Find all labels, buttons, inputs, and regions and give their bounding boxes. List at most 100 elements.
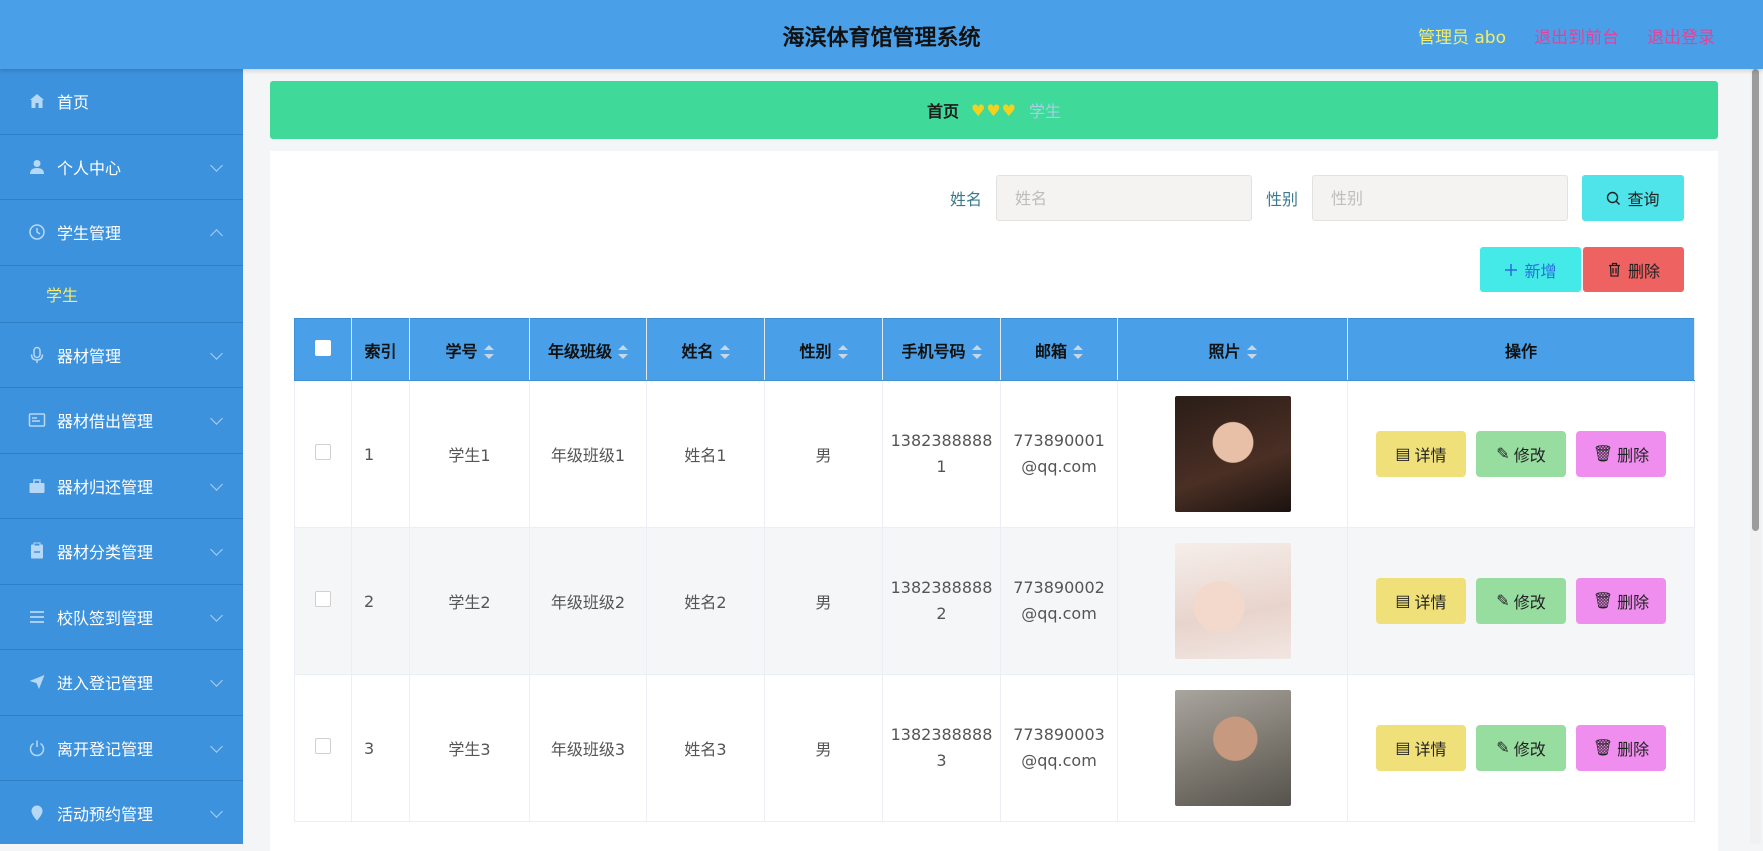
select-all-checkbox[interactable] — [315, 339, 331, 356]
delete-button[interactable]: 🗑 删除 — [1576, 431, 1666, 477]
cell-index: 2 — [351, 527, 410, 675]
sidebar-item-category[interactable]: 器材分类管理 — [0, 519, 243, 585]
detail-button-label: 详情 — [1414, 742, 1447, 759]
col-phone[interactable]: 手机号码 — [882, 318, 1001, 381]
sort-icon[interactable] — [1073, 345, 1083, 359]
sidebar-item-lending[interactable]: 器材借出管理 — [0, 388, 243, 454]
sidebar-item-equipment[interactable]: 器材管理 — [0, 323, 243, 388]
table-row: 1 学生1 年级班级1 姓名1 男 13823888881 773890001@… — [294, 380, 1695, 528]
edit-button[interactable]: ✎ 修改 — [1476, 725, 1566, 771]
bulk-delete-button[interactable]: 删除 — [1583, 247, 1684, 292]
row-select-cell — [294, 674, 352, 822]
chevron-down-icon — [210, 739, 223, 753]
col-name[interactable]: 姓名 — [646, 318, 765, 381]
delete-button-label: 删除 — [1617, 448, 1650, 465]
sidebar-item-label: 学生管理 — [57, 224, 122, 244]
cell-gender: 男 — [764, 674, 883, 822]
top-header: 海滨体育馆管理系统 管理员 abo 退出到前台 退出登录 — [0, 0, 1763, 69]
main-content: 首页 ♥♥♥ 学生 姓名 性别 查询 新增 删除 — [270, 81, 1718, 851]
chevron-down-icon — [210, 346, 223, 360]
row-checkbox[interactable] — [315, 591, 331, 607]
cell-photo — [1117, 674, 1348, 822]
cell-grade-class: 年级班级3 — [529, 674, 647, 822]
chevron-down-icon — [210, 412, 223, 425]
sort-icon[interactable] — [618, 345, 628, 359]
chevron-down-icon — [210, 543, 223, 556]
gender-search-input[interactable] — [1312, 175, 1568, 221]
row-select-cell — [294, 380, 352, 528]
col-label: 姓名 — [681, 341, 714, 361]
add-button[interactable]: 新增 — [1480, 247, 1581, 292]
list-panel: 姓名 性别 查询 新增 删除 — [270, 151, 1718, 851]
edit-button-label: 修改 — [1513, 448, 1546, 465]
sidebar-item-entry[interactable]: 进入登记管理 — [0, 650, 243, 716]
sidebar-item-return[interactable]: 器材归还管理 — [0, 454, 243, 519]
sort-icon[interactable] — [837, 345, 848, 359]
col-label: 学号 — [445, 341, 478, 361]
cell-email: 773890003@qq.com — [1000, 674, 1118, 822]
delete-button[interactable]: 🗑 删除 — [1576, 725, 1666, 771]
cell-index: 1 — [351, 380, 410, 528]
col-label: 邮箱 — [1034, 341, 1067, 361]
scrollbar-thumb[interactable] — [1752, 69, 1759, 531]
query-button[interactable]: 查询 — [1582, 175, 1684, 221]
cell-student-no: 学生1 — [409, 380, 530, 528]
col-grade-class[interactable]: 年级班级 — [529, 318, 647, 381]
delete-button[interactable]: 🗑 删除 — [1576, 578, 1666, 624]
cell-grade-class: 年级班级2 — [529, 527, 647, 675]
col-email[interactable]: 邮箱 — [1000, 318, 1118, 381]
sidebar-item-label: 器材分类管理 — [57, 543, 154, 563]
sidebar-item-signin[interactable]: 校队签到管理 — [0, 585, 243, 650]
cell-phone: 13823888881 — [882, 380, 1001, 528]
table-row: 2 学生2 年级班级2 姓名2 男 13823888882 773890002@… — [294, 527, 1695, 675]
table-header-row: 索引 学号 年级班级 姓名 性别 手机号码 邮箱 照片 操作 — [294, 318, 1695, 381]
breadcrumb-separator-hearts: ♥♥♥ — [970, 100, 1018, 120]
sort-icon[interactable] — [971, 345, 982, 359]
col-student-no[interactable]: 学号 — [409, 318, 530, 381]
name-label: 姓名 — [949, 190, 982, 209]
pencil-icon: ✎ — [1496, 740, 1510, 757]
search-icon — [1607, 191, 1621, 205]
home-icon — [27, 91, 47, 111]
chevron-down-icon — [210, 158, 223, 172]
sidebar-item-profile[interactable]: 个人中心 — [0, 135, 243, 200]
cell-name: 姓名2 — [646, 527, 765, 675]
detail-button[interactable]: ▤ 详情 — [1376, 431, 1466, 477]
to-front-link[interactable]: 退出到前台 — [1534, 23, 1619, 48]
sort-icon[interactable] — [719, 345, 730, 359]
bulk-actions: 新增 删除 — [1480, 247, 1684, 292]
col-photo[interactable]: 照片 — [1117, 318, 1348, 381]
name-search-input[interactable] — [995, 175, 1252, 221]
chevron-down-icon — [210, 608, 223, 622]
microphone-icon — [27, 345, 47, 365]
edit-button-label: 修改 — [1513, 595, 1546, 612]
sidebar-item-booking[interactable]: 活动预约管理 — [0, 781, 243, 844]
chevron-down-icon — [210, 674, 223, 687]
header-links: 管理员 abo 退出到前台 退出登录 — [1418, 23, 1715, 48]
cell-email: 773890001@qq.com — [1000, 380, 1118, 528]
chevron-up-icon — [210, 229, 223, 242]
document-icon: ▤ — [1395, 446, 1411, 463]
col-gender[interactable]: 性别 — [764, 318, 883, 381]
sidebar-item-students[interactable]: 学生管理 — [0, 200, 243, 266]
row-checkbox[interactable] — [315, 444, 331, 460]
edit-button[interactable]: ✎ 修改 — [1476, 431, 1566, 477]
sort-icon[interactable] — [1246, 345, 1257, 359]
sidebar-subitem-student[interactable]: 学生 — [0, 266, 243, 323]
col-label: 照片 — [1208, 341, 1241, 361]
detail-button[interactable]: ▤ 详情 — [1376, 578, 1466, 624]
detail-button[interactable]: ▤ 详情 — [1376, 725, 1466, 771]
row-checkbox[interactable] — [315, 738, 331, 754]
col-ops: 操作 — [1347, 318, 1695, 381]
cell-ops: ▤ 详情 ✎ 修改 🗑 删除 — [1347, 380, 1695, 528]
sidebar-item-home[interactable]: 首页 — [0, 69, 243, 135]
sort-icon[interactable] — [483, 345, 494, 359]
cell-phone: 13823888882 — [882, 527, 1001, 675]
page-scrollbar[interactable] — [1750, 69, 1761, 844]
student-photo — [1174, 543, 1291, 659]
edit-button[interactable]: ✎ 修改 — [1476, 578, 1566, 624]
logout-link[interactable]: 退出登录 — [1647, 23, 1715, 48]
breadcrumb-home[interactable]: 首页 — [927, 98, 959, 122]
sidebar-item-label: 器材管理 — [57, 346, 122, 366]
sidebar-item-exit[interactable]: 离开登记管理 — [0, 716, 243, 781]
